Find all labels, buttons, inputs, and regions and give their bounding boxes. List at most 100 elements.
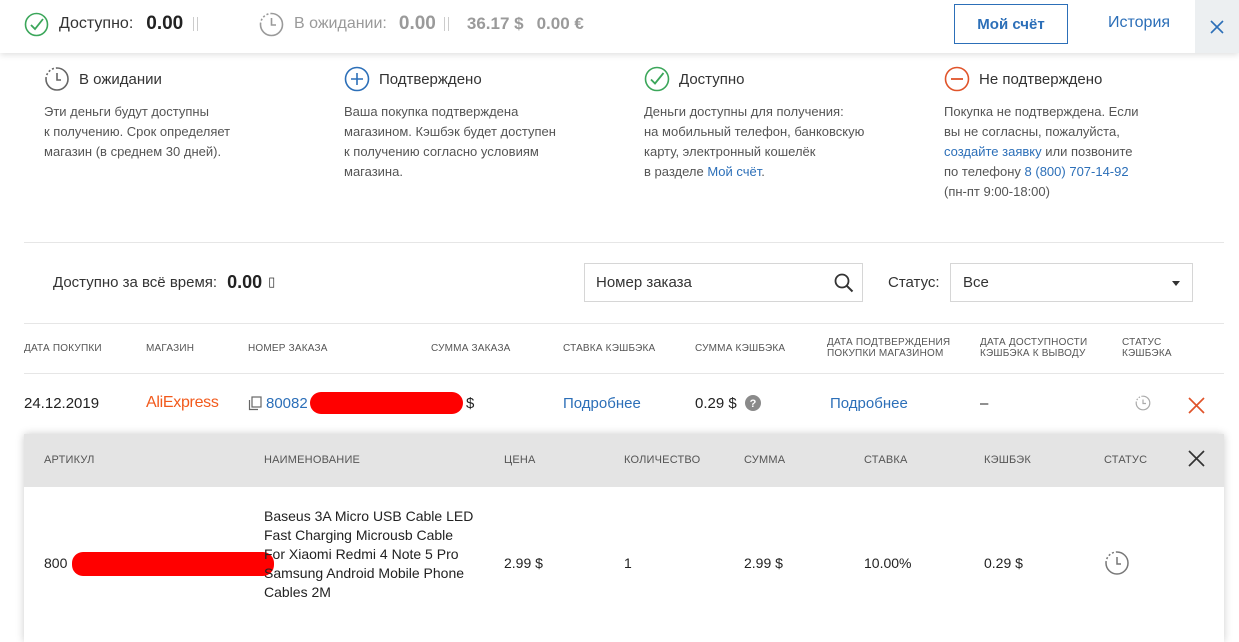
close-icon — [1210, 19, 1224, 34]
pending-value: 0.00 — [398, 13, 436, 34]
order-number-cell: 80082 — [248, 393, 308, 413]
product-name: Baseus 3A Micro USB Cable LED Fast Charg… — [264, 508, 474, 600]
svg-text:?: ? — [749, 398, 756, 410]
clock-icon — [45, 67, 69, 91]
pending-label: В ожидании: — [294, 15, 387, 32]
legend-line: магазина. — [344, 164, 403, 179]
collapse-row-button[interactable] — [1188, 395, 1205, 415]
legend-description: Покупка не подтверждена. Если вы не согл… — [944, 102, 1214, 202]
legend-line: Эти деньги будут доступны — [44, 104, 209, 119]
clock-icon — [1135, 395, 1151, 411]
currency-symbol: ▯ — [268, 274, 276, 289]
legend-description: Ваша покупка подтверждена магазином. Кэш… — [344, 102, 614, 182]
all-time-label: Доступно за всё время: — [53, 273, 218, 291]
divider — [24, 323, 1224, 324]
col-header-cashback-amount: СУММА КЭШБЭКА — [695, 343, 786, 354]
plus-circle-icon — [344, 66, 370, 92]
my-account-link[interactable]: Мой счёт — [707, 164, 761, 179]
pending-usd: 36.17 $ — [466, 14, 524, 33]
detail-col-rate: СТАВКА — [864, 454, 908, 466]
col-header-purchase-date: ДАТА ПОКУПКИ — [24, 343, 102, 354]
product-sum: 2.99 $ — [744, 555, 783, 571]
minus-circle-icon — [944, 66, 970, 92]
order-number-link[interactable]: 80082 — [266, 395, 308, 412]
check-circle-icon — [24, 12, 49, 36]
header-line: КЭШБЭКА К ВЫВОДУ — [980, 348, 1086, 359]
legend-line: к получению. Срок определяет — [44, 124, 231, 139]
available-label: Доступно: — [59, 15, 134, 32]
legend-text: или позвоните — [1041, 144, 1133, 159]
legend-available: Доступно Деньги доступны для получения: … — [644, 66, 914, 182]
header-line: ДАТА ДОСТУПНОСТИ — [980, 337, 1088, 348]
legend-text: по телефону — [944, 164, 1025, 179]
available-date: – — [980, 394, 989, 412]
legend-line: карту, электронный кошелёк — [644, 144, 816, 159]
phone-link[interactable]: 8 (800) 707-14-92 — [1025, 164, 1129, 179]
legend-description: Эти деньги будут доступны к получению. С… — [44, 102, 314, 162]
order-number-input[interactable] — [596, 274, 826, 291]
close-icon — [1188, 396, 1205, 414]
close-detail-button[interactable] — [1188, 450, 1205, 472]
divider — [447, 17, 449, 31]
col-header-order-amount: СУММА ЗАКАЗА — [431, 343, 511, 354]
aliexpress-logo: AliExpress — [146, 394, 219, 411]
status-selected-value: Все — [963, 274, 989, 291]
detail-col-sum: СУММА — [744, 454, 786, 466]
available-value: 0.00 — [146, 13, 184, 34]
product-rate: 10.00% — [864, 555, 912, 571]
help-icon[interactable]: ? — [744, 395, 761, 411]
col-header-cashback-rate: СТАВКА КЭШБЭКА — [563, 343, 656, 354]
divider — [193, 17, 195, 31]
history-link[interactable]: История — [1108, 14, 1170, 32]
status-filter-label: Статус: — [888, 274, 940, 291]
legend-line: по телефону 8 (800) 707-14-92 — [944, 162, 1214, 182]
detail-col-quantity: КОЛИЧЕСТВО — [624, 454, 701, 466]
cashback-amount-value: 0.29 $ — [695, 394, 737, 412]
detail-col-cashback: КЭШБЭК — [984, 454, 1032, 466]
search-icon[interactable] — [834, 273, 854, 293]
create-request-link[interactable]: создайте заявку — [944, 144, 1042, 159]
legend-line: к получению согласно условиям — [344, 144, 539, 159]
legend-title: Подтверждено — [379, 70, 482, 88]
close-panel-button[interactable] — [1195, 0, 1239, 53]
chevron-down-icon — [1172, 281, 1180, 286]
col-header-confirm-date: ДАТА ПОДТВЕРЖДЕНИЯ ПОКУПКИ МАГАЗИНОМ — [827, 337, 950, 359]
status-select[interactable]: Все — [950, 263, 1193, 302]
divider — [443, 17, 445, 31]
detail-col-status: СТАТУС — [1104, 454, 1148, 466]
legend-line: магазин (в среднем 30 дней). — [44, 144, 222, 159]
purchase-date: 24.12.2019 — [24, 394, 100, 412]
header-line: ДАТА ПОДТВЕРЖДЕНИЯ — [827, 337, 951, 348]
copy-icon[interactable] — [248, 395, 262, 411]
redaction-mark — [310, 392, 463, 414]
legend-line: в разделе Мой счёт. — [644, 162, 914, 182]
legend-title: Доступно — [679, 70, 745, 88]
detail-header-row: АРТИКУЛ НАИМЕНОВАНИЕ ЦЕНА КОЛИЧЕСТВО СУМ… — [24, 434, 1224, 487]
detail-col-article: АРТИКУЛ — [44, 454, 95, 466]
cashback-amount: 0.29 $ ? — [695, 393, 761, 413]
article-number: 800 — [44, 555, 68, 571]
divider — [24, 373, 1224, 374]
top-balance-bar: Доступно: 0.00 В ожидании: 0.00 36.17 $ … — [0, 0, 1239, 53]
clock-icon — [1105, 551, 1129, 575]
legend-text: . — [761, 164, 765, 179]
redaction-mark — [72, 552, 274, 576]
confirm-date-details-link[interactable]: Подробнее — [830, 393, 908, 413]
detail-col-price: ЦЕНА — [504, 454, 536, 466]
col-header-shop: МАГАЗИН — [146, 343, 195, 354]
my-account-button[interactable]: Мой счёт — [954, 4, 1068, 44]
legend-confirmed: Подтверждено Ваша покупка подтверждена м… — [344, 66, 614, 182]
legend-pending: В ожидании Эти деньги будут доступны к п… — [44, 66, 314, 162]
cashback-rate-details-link[interactable]: Подробнее — [563, 393, 641, 413]
legend-line: Деньги доступны для получения: — [644, 104, 844, 119]
product-cashback: 0.29 $ — [984, 555, 1023, 571]
col-header-cashback-status: СТАТУС КЭШБЭКА — [1122, 337, 1172, 359]
legend-line: магазином. Кэшбэк будет доступен — [344, 124, 556, 139]
order-amount: $ — [466, 394, 475, 412]
legend-line: создайте заявку или позвоните — [944, 142, 1214, 162]
order-detail-panel: АРТИКУЛ НАИМЕНОВАНИЕ ЦЕНА КОЛИЧЕСТВО СУМ… — [24, 434, 1224, 642]
detail-col-name: НАИМЕНОВАНИЕ — [264, 454, 361, 466]
header-line: СТАТУС — [1122, 337, 1162, 348]
legend-not-confirmed: Не подтверждено Покупка не подтверждена.… — [944, 66, 1214, 202]
status-pending — [1104, 550, 1130, 579]
